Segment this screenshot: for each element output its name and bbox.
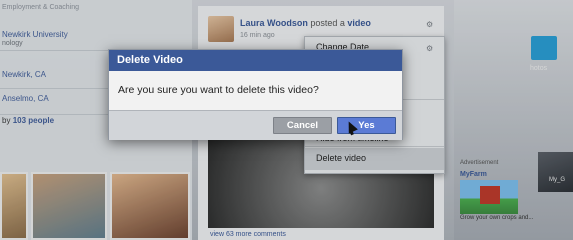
dialog-title: Delete Video [117, 54, 183, 66]
delete-video-dialog: Delete Video Are you sure you want to de… [108, 49, 403, 140]
dialog-footer: Cancel Yes [109, 110, 402, 140]
dialog-message: Are you sure you want to delete this vid… [118, 84, 319, 96]
cancel-button[interactable]: Cancel [273, 117, 332, 134]
dialog-title-bar: Delete Video [109, 50, 402, 71]
